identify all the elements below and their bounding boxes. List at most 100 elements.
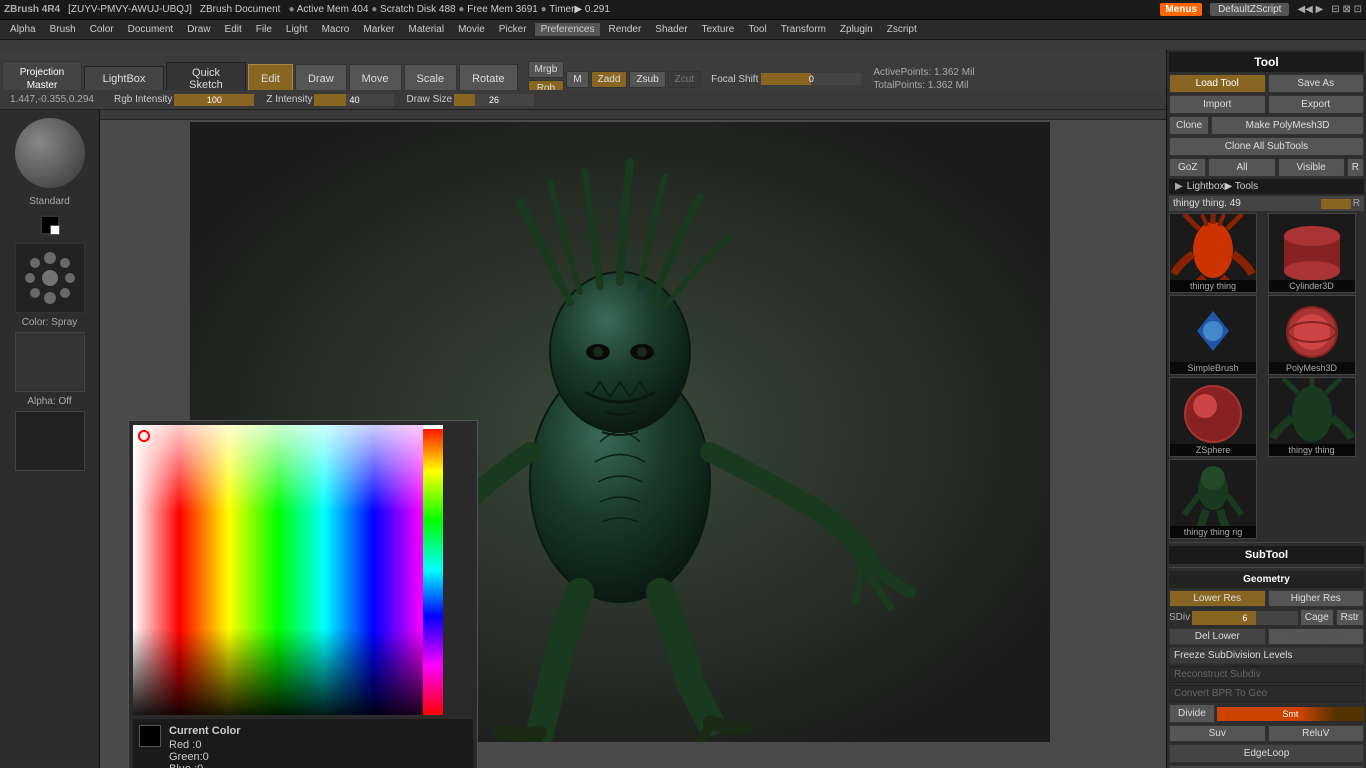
menu-edit[interactable]: Edit [219, 23, 248, 36]
convert-bpr-button[interactable]: Convert BPR To Geo [1169, 685, 1364, 702]
sdiv-slider[interactable]: 6 [1192, 611, 1298, 625]
brush-dots-svg [20, 248, 80, 308]
load-tool-button[interactable]: Load Tool [1169, 74, 1266, 93]
save-as-button[interactable]: Save As [1268, 74, 1365, 93]
menu-draw[interactable]: Draw [181, 23, 216, 36]
menu-render[interactable]: Render [602, 23, 647, 36]
lower-res-button[interactable]: Lower Res [1169, 590, 1266, 607]
goz-button[interactable]: GoZ [1169, 158, 1206, 177]
edgeloop-button[interactable]: EdgeLoop [1169, 744, 1364, 763]
del-lower-button[interactable]: Del Lower [1169, 628, 1266, 645]
r-mark: R [1353, 198, 1360, 209]
clone-button[interactable]: Clone [1169, 116, 1209, 135]
brush-preview[interactable] [15, 243, 85, 313]
menu-document[interactable]: Document [122, 23, 180, 36]
creature-thumb-svg [1169, 214, 1257, 280]
tool-thumb-creature[interactable]: thingy thing [1169, 213, 1257, 293]
tool-thumb-polymesh[interactable]: PolyMesh3D [1268, 295, 1356, 375]
subtool-section-title: SubTool [1169, 546, 1364, 564]
menus-button[interactable]: Menus [1160, 3, 1202, 16]
default-zscript[interactable]: DefaultZScript [1210, 3, 1289, 16]
r-button[interactable]: R [1347, 158, 1364, 177]
window-controls[interactable]: ⊟ ⊠ ⊡ [1331, 4, 1362, 15]
del-higher-button[interactable]: Del Higher [1268, 628, 1365, 645]
right-panel: Tool Load Tool Save As Import Export Clo… [1166, 50, 1366, 768]
tool-thumb-zsphere[interactable]: ZSphere [1169, 377, 1257, 457]
thingy2-thumb-svg [1268, 378, 1356, 444]
menu-macro[interactable]: Macro [316, 23, 356, 36]
divide-button[interactable]: Divide [1169, 704, 1215, 723]
reconstruct-subdiv-button[interactable]: Reconstruct Subdiv [1169, 666, 1364, 683]
menu-light[interactable]: Light [280, 23, 314, 36]
menu-texture[interactable]: Texture [696, 23, 741, 36]
lightbox-button[interactable]: LightBox [84, 66, 164, 92]
higher-res-button[interactable]: Higher Res [1268, 590, 1365, 607]
brush-row: 1.447,-0.355,0.294 Rgb Intensity 100 Z I… [0, 90, 1366, 110]
make-polymesh-button[interactable]: Make PolyMesh3D [1211, 116, 1364, 135]
menu-zplugin[interactable]: Zplugin [834, 23, 879, 36]
color-gradient-area[interactable] [133, 425, 423, 715]
canvas-area[interactable]: Current Color Red :0 Green:0 Blue :0 [100, 110, 1172, 768]
zsub-button[interactable]: Zsub [629, 71, 665, 88]
tool-thumb-thingy2[interactable]: thingy thing [1268, 377, 1356, 457]
zadd-button[interactable]: Zadd [591, 71, 628, 88]
clone-all-subtools-button[interactable]: Clone All SubTools [1169, 137, 1364, 156]
cage-button[interactable]: Cage [1300, 609, 1334, 626]
material-preview[interactable] [15, 118, 85, 188]
rgb-intensity-slider[interactable]: 100 [174, 94, 254, 106]
export-button[interactable]: Export [1268, 95, 1365, 114]
import-button[interactable]: Import [1169, 95, 1266, 114]
freeze-subdivision-button[interactable]: Freeze SubDivision Levels [1169, 647, 1364, 664]
z-intensity-slider[interactable]: 40 [314, 94, 394, 106]
tool-thumb-5-label: ZSphere [1170, 444, 1256, 456]
tool-thumbs-grid: thingy thing Cylinder3D SimpleBrush [1169, 213, 1364, 539]
tool-thumb-cylinder[interactable]: Cylinder3D [1268, 213, 1356, 293]
tool-thumb-simplebrush[interactable]: SimpleBrush [1169, 295, 1257, 375]
focal-shift-slider[interactable]: 0 [761, 73, 861, 85]
menu-brush[interactable]: Brush [44, 23, 82, 36]
m-button[interactable]: M [566, 71, 588, 88]
current-color-swatch [139, 725, 161, 747]
visible-button[interactable]: Visible [1278, 158, 1345, 177]
menu-color[interactable]: Color [84, 23, 120, 36]
blue-value-label: Blue :0 [169, 763, 241, 768]
menu-marker[interactable]: Marker [357, 23, 400, 36]
draw-size-slider[interactable]: 26 [454, 94, 534, 106]
reluv-button[interactable]: ReluV [1268, 725, 1365, 742]
menu-file[interactable]: File [250, 23, 278, 36]
top-bar: ZBrush 4R4 [ZUYV-PMVY-AWUJ-UBQJ] ZBrush … [0, 0, 1366, 20]
color-picker[interactable]: Current Color Red :0 Green:0 Blue :0 [128, 420, 478, 768]
lightbox-tools-bar[interactable]: ▶ Lightbox▶ Tools [1169, 179, 1364, 194]
zcut-button[interactable]: Zcut [668, 71, 701, 88]
smt-slider[interactable]: Smt [1217, 707, 1364, 721]
texture-preview[interactable] [15, 411, 85, 471]
color-selector-dot[interactable] [138, 430, 150, 442]
alpha-preview[interactable] [15, 332, 85, 392]
rstr-button[interactable]: Rstr [1336, 609, 1364, 626]
menu-picker[interactable]: Picker [493, 23, 533, 36]
tool-thumb-2-label: Cylinder3D [1269, 280, 1355, 292]
tool-panel-title: Tool [1169, 52, 1364, 72]
menu-material[interactable]: Material [403, 23, 451, 36]
color-spray-label: Color: Spray [22, 317, 78, 328]
tool-thumb-1-label: thingy thing [1170, 280, 1256, 292]
playback-controls[interactable]: ◀◀ ▶ [1297, 4, 1323, 15]
menu-movie[interactable]: Movie [452, 23, 491, 36]
menu-shader[interactable]: Shader [649, 23, 693, 36]
menu-alpha[interactable]: Alpha [4, 23, 42, 36]
menu-preferences[interactable]: Preferences [535, 23, 601, 36]
menu-zscript[interactable]: Zscript [881, 23, 923, 36]
color-info: Current Color Red :0 Green:0 Blue :0 [133, 719, 473, 768]
sdiv-label: SDiv [1169, 612, 1190, 623]
all-button[interactable]: All [1208, 158, 1275, 177]
menu-transform[interactable]: Transform [775, 23, 832, 36]
color-swatch[interactable] [40, 215, 60, 235]
polymesh-thumb-svg [1268, 296, 1356, 362]
hue-strip[interactable] [423, 425, 443, 715]
suv-button[interactable]: Suv [1169, 725, 1266, 742]
mrgb-button[interactable]: Mrgb [528, 61, 565, 78]
tool-thumb-thingyrig[interactable]: thingy thing rig [1169, 459, 1257, 539]
tool-slider[interactable] [1321, 199, 1351, 209]
menu-tool[interactable]: Tool [742, 23, 772, 36]
tool-thumb-7-label: thingy thing rig [1170, 526, 1256, 538]
